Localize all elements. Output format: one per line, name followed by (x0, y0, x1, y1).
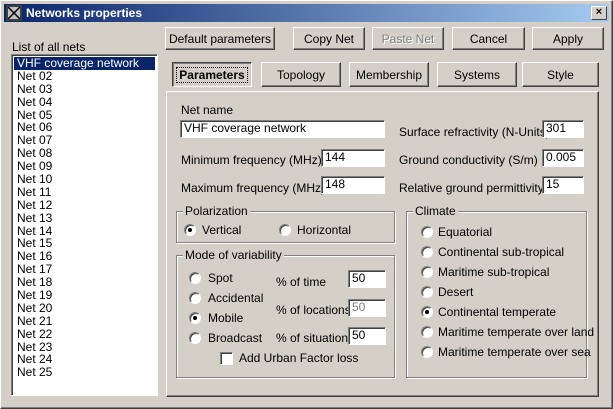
default-parameters-button[interactable]: Default parameters (165, 27, 275, 50)
variability-broadcast-label: Broadcast (208, 331, 263, 345)
polarization-vertical-radio[interactable] (184, 224, 196, 236)
min-frequency-input[interactable]: 144 (321, 149, 385, 167)
surface-refractivity-label: Surface refractivity (N-Units) (399, 125, 550, 139)
copy-net-button[interactable]: Copy Net (293, 27, 365, 50)
climate-maritime-subtropical-label: Maritime sub-tropical (438, 265, 550, 279)
net-list-item[interactable]: VHF coverage network (14, 57, 155, 70)
climate-continental-temperate-label: Continental temperate (438, 305, 557, 319)
variability-mobile-label: Mobile (208, 311, 244, 325)
tab-topology[interactable]: Topology (261, 62, 341, 87)
variability-spot-radio[interactable] (189, 272, 201, 284)
climate-maritime-temperate-sea-label: Maritime temperate over sea (438, 345, 591, 359)
net-name-input[interactable]: VHF coverage network (180, 120, 385, 138)
close-icon: × (595, 6, 603, 18)
net-list-item[interactable]: Net 20 (14, 301, 155, 315)
climate-equatorial-radio[interactable] (421, 226, 433, 238)
net-list-item[interactable]: Net 04 (14, 95, 155, 109)
locations-percent-label: % of locations (276, 303, 351, 317)
variability-mobile-radio[interactable] (189, 312, 201, 324)
climate-maritime-temperate-sea-radio[interactable] (421, 346, 433, 358)
net-list-item[interactable]: Net 10 (14, 173, 155, 186)
net-list-item[interactable]: Net 25 (14, 366, 155, 379)
relative-permittivity-label: Relative ground permittivity (399, 181, 544, 195)
climate-maritime-temperate-land-label: Maritime temperate over land (438, 325, 595, 339)
climate-equatorial-label: Equatorial (438, 225, 493, 239)
variability-broadcast-radio[interactable] (189, 332, 201, 344)
net-list-item[interactable]: Net 21 (14, 314, 155, 328)
net-list-item[interactable]: Net 03 (14, 82, 155, 96)
climate-maritime-temperate-land-radio[interactable] (421, 326, 433, 338)
parameters-panel: Net name VHF coverage network Minimum fr… (166, 91, 599, 397)
locations-percent-input[interactable]: 50 (348, 299, 386, 317)
net-list-items: VHF coverage network Net 02 Net 03 Net 04 Ne… (14, 57, 155, 379)
title-bar[interactable]: Networks properties × (4, 4, 609, 22)
net-list[interactable]: VHF coverage network Net 02 Net 03 Net 04 Ne… (11, 54, 158, 396)
climate-desert-radio[interactable] (421, 286, 433, 298)
net-list-label: List of all nets (12, 40, 86, 54)
max-frequency-label: Maximum frequency (MHz) (181, 181, 326, 195)
tab-parameters[interactable]: Parameters (172, 62, 252, 87)
cancel-button[interactable]: Cancel (452, 27, 525, 50)
relative-permittivity-input[interactable]: 15 (542, 176, 584, 194)
tab-membership[interactable]: Membership (349, 62, 429, 87)
polarization-horizontal-radio[interactable] (279, 224, 291, 236)
min-frequency-label: Minimum frequency (MHz) (181, 153, 322, 167)
paste-net-button[interactable]: Paste Net (372, 27, 444, 50)
ground-conductivity-label: Ground conductivity (S/m) (399, 153, 538, 167)
net-list-item[interactable]: Net 22 (14, 327, 155, 341)
polarization-group: Polarization Vertical Horizontal (176, 204, 395, 243)
climate-maritime-subtropical-radio[interactable] (421, 266, 433, 278)
time-percent-input[interactable]: 50 (348, 270, 386, 288)
climate-group: Climate Equatorial Continental sub-tropi… (406, 204, 594, 378)
variability-legend: Mode of variability (183, 248, 284, 262)
polarization-legend: Polarization (183, 204, 250, 218)
urban-factor-checkbox[interactable] (220, 352, 233, 365)
networks-properties-window: Networks properties × List of all nets V… (0, 0, 613, 409)
variability-group: Mode of variability Spot Accidental Mobi… (176, 248, 395, 378)
max-frequency-input[interactable]: 148 (321, 176, 385, 194)
net-list-item[interactable]: Net 12 (14, 198, 155, 212)
net-list-item[interactable]: Net 02 (14, 69, 155, 83)
tab-systems[interactable]: Systems (437, 62, 517, 87)
app-icon (6, 5, 22, 21)
ground-conductivity-input[interactable]: 0.005 (542, 149, 584, 167)
climate-continental-temperate-radio[interactable] (421, 306, 433, 318)
climate-legend: Climate (413, 204, 458, 218)
climate-continental-subtropical-label: Continental sub-tropical (438, 245, 565, 259)
window-title: Networks properties (26, 6, 143, 20)
apply-button[interactable]: Apply (532, 27, 604, 50)
polarization-horizontal-label: Horizontal (297, 223, 352, 237)
net-name-label: Net name (181, 103, 234, 117)
climate-desert-label: Desert (438, 285, 474, 299)
polarization-vertical-label: Vertical (202, 223, 242, 237)
net-list-item[interactable]: Net 11 (14, 185, 155, 199)
situations-percent-label: % of situations (276, 331, 355, 345)
tab-parameters-label: Parameters (176, 66, 248, 83)
urban-factor-label: Add Urban Factor loss (239, 351, 359, 365)
variability-accidental-radio[interactable] (189, 292, 201, 304)
situations-percent-input[interactable]: 50 (348, 327, 386, 345)
variability-accidental-label: Accidental (208, 291, 264, 305)
surface-refractivity-input[interactable]: 301 (542, 120, 584, 138)
close-button[interactable]: × (591, 6, 607, 20)
variability-spot-label: Spot (208, 271, 233, 285)
time-percent-label: % of time (276, 275, 327, 289)
net-list-item[interactable]: Net 13 (14, 211, 155, 225)
climate-continental-subtropical-radio[interactable] (421, 246, 433, 258)
net-list-item[interactable]: Net 19 (14, 289, 155, 302)
tab-style[interactable]: Style (522, 62, 599, 87)
